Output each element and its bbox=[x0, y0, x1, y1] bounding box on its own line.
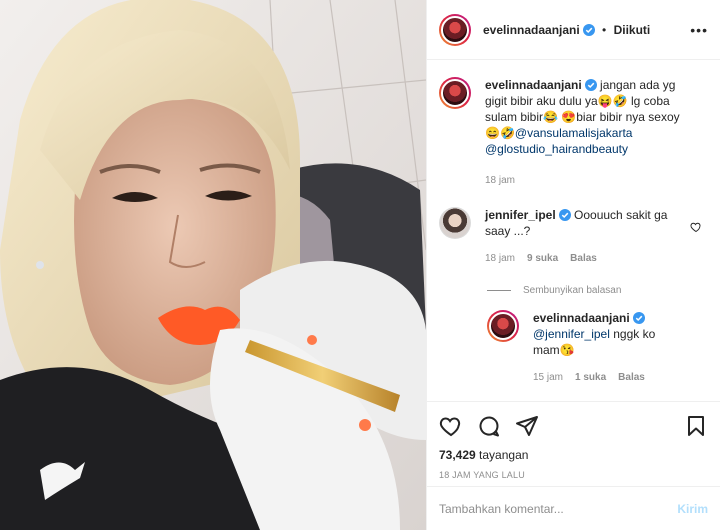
view-count-label: tayangan bbox=[479, 448, 529, 462]
post-header: evelinnadaanjani • Diikuti ••• bbox=[427, 0, 720, 60]
hide-replies-toggle[interactable]: Sembunyikan balasan bbox=[487, 285, 708, 296]
reply-likes[interactable]: 1 suka bbox=[575, 370, 606, 386]
post-media[interactable] bbox=[0, 0, 426, 530]
post-sidebar: evelinnadaanjani • Diikuti ••• evelinnad… bbox=[426, 0, 720, 530]
view-count[interactable]: 73,429 tayangan bbox=[439, 448, 708, 462]
caption-mention-1[interactable]: @vansulamalisjakarta bbox=[515, 126, 633, 140]
comment-bubble-icon[interactable] bbox=[477, 414, 501, 438]
share-paper-plane-icon[interactable] bbox=[515, 414, 539, 438]
commenter-avatar[interactable] bbox=[439, 207, 471, 239]
comments-list[interactable]: evelinnadaanjani jangan ada yg gigit bib… bbox=[427, 61, 720, 401]
author-username[interactable]: evelinnadaanjani bbox=[483, 23, 580, 37]
separator-dot: • bbox=[602, 22, 607, 37]
comment-username[interactable]: jennifer_ipel bbox=[485, 208, 556, 222]
follow-status-button[interactable]: Diikuti bbox=[614, 23, 651, 37]
post-photo bbox=[0, 0, 426, 530]
like-comment-heart-icon[interactable] bbox=[690, 221, 702, 233]
reply-username[interactable]: evelinnadaanjani bbox=[533, 311, 630, 325]
author-avatar[interactable] bbox=[439, 13, 471, 46]
verified-badge-icon bbox=[558, 209, 571, 221]
comment-likes[interactable]: 9 suka bbox=[527, 251, 558, 267]
post-timestamp[interactable]: 18 JAM YANG LALU bbox=[439, 470, 708, 480]
comment-reply-button[interactable]: Balas bbox=[570, 251, 597, 267]
post-actions: 73,429 tayangan 18 JAM YANG LALU bbox=[427, 401, 720, 480]
reply-time[interactable]: 15 jam bbox=[533, 370, 563, 386]
verified-badge-icon bbox=[582, 23, 595, 36]
comment-input[interactable] bbox=[439, 501, 678, 516]
verified-badge-icon bbox=[584, 79, 597, 91]
comment-time[interactable]: 18 jam bbox=[485, 251, 515, 267]
caption-time[interactable]: 18 jam bbox=[485, 173, 515, 189]
reply-mention[interactable]: @jennifer_ipel bbox=[533, 327, 610, 341]
caption-username[interactable]: evelinnadaanjani bbox=[485, 78, 582, 92]
post-comment-button[interactable]: Kirim bbox=[677, 502, 708, 516]
save-bookmark-icon[interactable] bbox=[684, 414, 708, 438]
more-options-icon[interactable]: ••• bbox=[690, 22, 708, 38]
hide-replies-line bbox=[487, 290, 511, 291]
verified-badge-icon bbox=[632, 312, 645, 324]
reply-reply-button[interactable]: Balas bbox=[618, 370, 645, 386]
hide-replies-label: Sembunyikan balasan bbox=[523, 285, 622, 296]
reply-avatar[interactable] bbox=[487, 310, 519, 342]
comment-composer: Kirim bbox=[427, 486, 720, 530]
like-heart-icon[interactable] bbox=[439, 414, 463, 438]
comment-item: jennifer_ipel Ooouuch sakit ga saay ...?… bbox=[439, 207, 708, 267]
caption: evelinnadaanjani jangan ada yg gigit bib… bbox=[439, 77, 708, 189]
view-count-number: 73,429 bbox=[439, 448, 476, 462]
reply-item: evelinnadaanjani @jennifer_ipel nggk ko … bbox=[487, 310, 708, 386]
caption-mention-2[interactable]: @glostudio_hairandbeauty bbox=[485, 142, 628, 156]
caption-avatar[interactable] bbox=[439, 77, 471, 109]
